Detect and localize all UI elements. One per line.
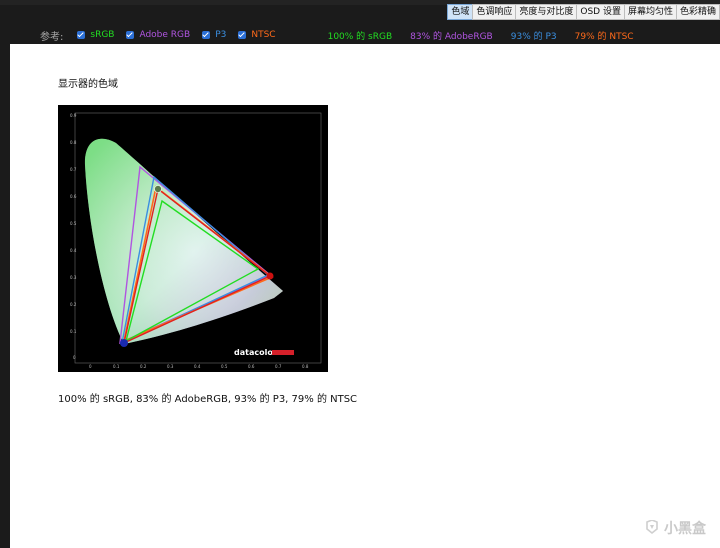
reference-label: 参考: (40, 31, 64, 43)
adobergb-checkbox[interactable] (126, 31, 135, 39)
ntsc-checkbox[interactable] (238, 31, 247, 39)
cie-chart-svg: 0 0.1 0.2 0.3 0.4 0.5 0.6 0.7 0.8 0.9 0.… (58, 105, 328, 372)
section-heading: 显示器的色域 (58, 79, 118, 90)
adobergb-coverage: 83% 的 AdobeRGB (410, 31, 493, 42)
y-tick-label: 0.3 (70, 275, 77, 280)
x-tick-label: 0.5 (221, 364, 228, 369)
cie-gamut-diagram: 0 0.1 0.2 0.3 0.4 0.5 0.6 0.7 0.8 0.9 0.… (58, 105, 328, 372)
watermark-logo-icon (646, 520, 658, 535)
ntsc-legend-label: NTSC (251, 30, 276, 40)
watermark: 小黑盒 (644, 518, 706, 538)
x-tick-label: 0.8 (302, 364, 309, 369)
p3-checkbox[interactable] (202, 31, 211, 39)
tab-osd-settings[interactable]: OSD 设置 (576, 4, 625, 20)
srgb-legend-label: sRGB (90, 30, 115, 40)
srgb-checkbox[interactable] (77, 31, 86, 39)
y-tick-label: 0.5 (70, 221, 77, 226)
y-tick-label: 0.4 (70, 248, 77, 253)
gamut-legend-bar: 参考: sRGB Adobe RGB P3 NTSC 100% 的 sRGB 8… (0, 24, 720, 46)
y-tick-label: 0.8 (70, 140, 77, 145)
tab-brightness-contrast[interactable]: 亮度与对比度 (515, 4, 578, 20)
tab-bar: 色域 色调响应 亮度与对比度 OSD 设置 屏幕均匀性 色彩精确 (447, 4, 720, 20)
gamut-summary-caption: 100% 的 sRGB, 83% 的 AdobeRGB, 93% 的 P3, 7… (58, 394, 358, 405)
p3-coverage: 93% 的 P3 (510, 31, 557, 42)
tab-tone-response[interactable]: 色调响应 (472, 4, 517, 20)
green-primary-marker (154, 185, 162, 193)
x-tick-label: 0.4 (194, 364, 201, 369)
x-tick-label: 0.2 (140, 364, 147, 369)
srgb-coverage: 100% 的 sRGB (327, 31, 393, 42)
red-primary-marker (266, 272, 274, 280)
y-tick-label: 0.6 (70, 194, 77, 199)
y-tick-label: 0.1 (70, 329, 77, 334)
x-tick-label: 0.3 (167, 364, 174, 369)
datacolor-logo-bar (272, 350, 294, 355)
x-tick-label: 0.7 (275, 364, 282, 369)
y-tick-label: 0.9 (70, 113, 77, 118)
blue-primary-marker (120, 339, 128, 347)
x-tick-label: 0.1 (113, 364, 120, 369)
adobergb-legend-label: Adobe RGB (139, 30, 191, 40)
tab-screen-uniformity[interactable]: 屏幕均匀性 (623, 4, 677, 20)
y-tick-label: 0.2 (70, 302, 77, 307)
datacolor-logo: datacolor (234, 348, 277, 357)
p3-legend-label: P3 (215, 30, 227, 40)
tab-color-accuracy[interactable]: 色彩精确 (675, 4, 720, 20)
watermark-text: 小黑盒 (664, 521, 706, 537)
y-tick-label: 0.7 (70, 167, 77, 172)
ntsc-coverage: 79% 的 NTSC (574, 31, 634, 42)
tab-color-gamut[interactable]: 色域 (447, 4, 474, 20)
report-content: 显示器的色域 0 0.1 0.2 0.3 0.4 0.5 0.6 0.7 0.8… (10, 44, 720, 548)
x-tick-label: 0.6 (248, 364, 255, 369)
